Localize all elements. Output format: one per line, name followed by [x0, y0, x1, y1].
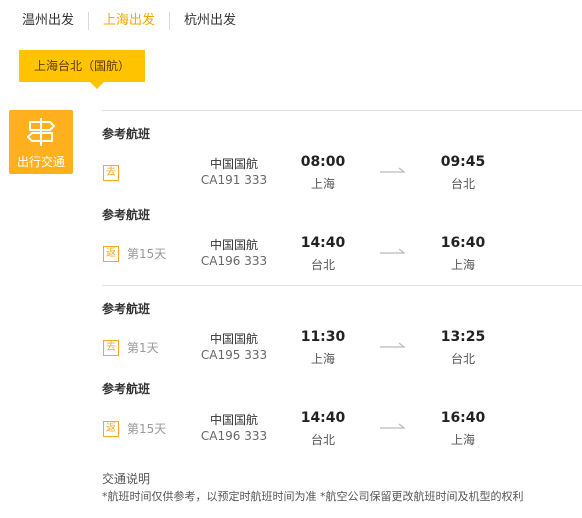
departure-city: 台北	[310, 258, 335, 272]
section-title: 参考航班	[102, 302, 151, 316]
departure-time: 11:30	[300, 329, 346, 345]
arrival-city: 台北	[450, 352, 475, 366]
arrival-city: 台北	[450, 177, 475, 191]
day-label: 第15天	[127, 422, 167, 436]
airline-name: 中国国航	[209, 157, 258, 171]
tab-wenzhou[interactable]: 温州出发	[0, 10, 88, 32]
tab-hangzhou[interactable]: 杭州出发	[170, 10, 250, 32]
departure-city: 上海	[310, 177, 335, 191]
departure-time: 14:40	[300, 410, 346, 426]
section-title: 参考航班	[102, 382, 151, 396]
arrow-right-icon	[380, 248, 406, 254]
transport-note-title: 交通说明	[102, 472, 151, 486]
arrival-city: 上海	[450, 433, 475, 447]
arrival-time: 13:25	[440, 329, 486, 345]
flight-row: 返 第15天 中国国航 CA196 333 14:40 台北 16:40 上海	[0, 409, 582, 449]
flight-number: CA196 333	[200, 429, 268, 443]
arrow-right-icon	[380, 167, 406, 173]
airline-name: 中国国航	[209, 238, 258, 252]
airline-name: 中国国航	[209, 332, 258, 346]
departure-city: 台北	[310, 433, 335, 447]
direction-badge: 返	[103, 421, 119, 437]
route-tag[interactable]: 上海台北（国航）	[19, 50, 145, 89]
arrow-right-icon	[380, 423, 406, 429]
departure-time: 14:40	[300, 235, 346, 251]
section-title: 参考航班	[102, 127, 151, 141]
section-title: 参考航班	[102, 208, 151, 222]
divider	[102, 110, 582, 111]
direction-badge: 去	[103, 165, 119, 181]
flight-row: 返 第15天 中国国航 CA196 333 14:40 台北 16:40 上海	[0, 234, 582, 274]
tab-shanghai[interactable]: 上海出发	[89, 10, 169, 32]
transport-note-text: *航班时间仅供参考，以预定时航班时间为准 *航空公司保留更改航班时间及机型的权利	[102, 490, 524, 503]
divider	[102, 285, 582, 286]
arrival-time: 09:45	[440, 154, 486, 170]
signpost-icon	[27, 118, 55, 146]
arrival-time: 16:40	[440, 235, 486, 251]
route-tag-label: 上海台北（国航）	[33, 59, 130, 73]
route-tag-pointer	[90, 82, 104, 89]
arrival-city: 上海	[450, 258, 475, 272]
direction-badge: 返	[103, 246, 119, 262]
flight-number: CA195 333	[200, 348, 268, 362]
departure-city: 上海	[310, 352, 335, 366]
direction-badge: 去	[103, 340, 119, 356]
arrival-time: 16:40	[440, 410, 486, 426]
departure-time: 08:00	[300, 154, 346, 170]
flight-row: 去 第1天 中国国航 CA195 333 11:30 上海 13:25 台北	[0, 328, 582, 368]
departure-city-tabs: 温州出发 上海出发 杭州出发	[0, 10, 250, 32]
flight-row: 去 中国国航 CA191 333 08:00 上海 09:45 台北	[0, 153, 582, 193]
airline-name: 中国国航	[209, 413, 258, 427]
flight-number: CA191 333	[200, 173, 268, 187]
day-label: 第1天	[127, 341, 159, 355]
day-label: 第15天	[127, 247, 167, 261]
flight-number: CA196 333	[200, 254, 268, 268]
arrow-right-icon	[380, 342, 406, 348]
